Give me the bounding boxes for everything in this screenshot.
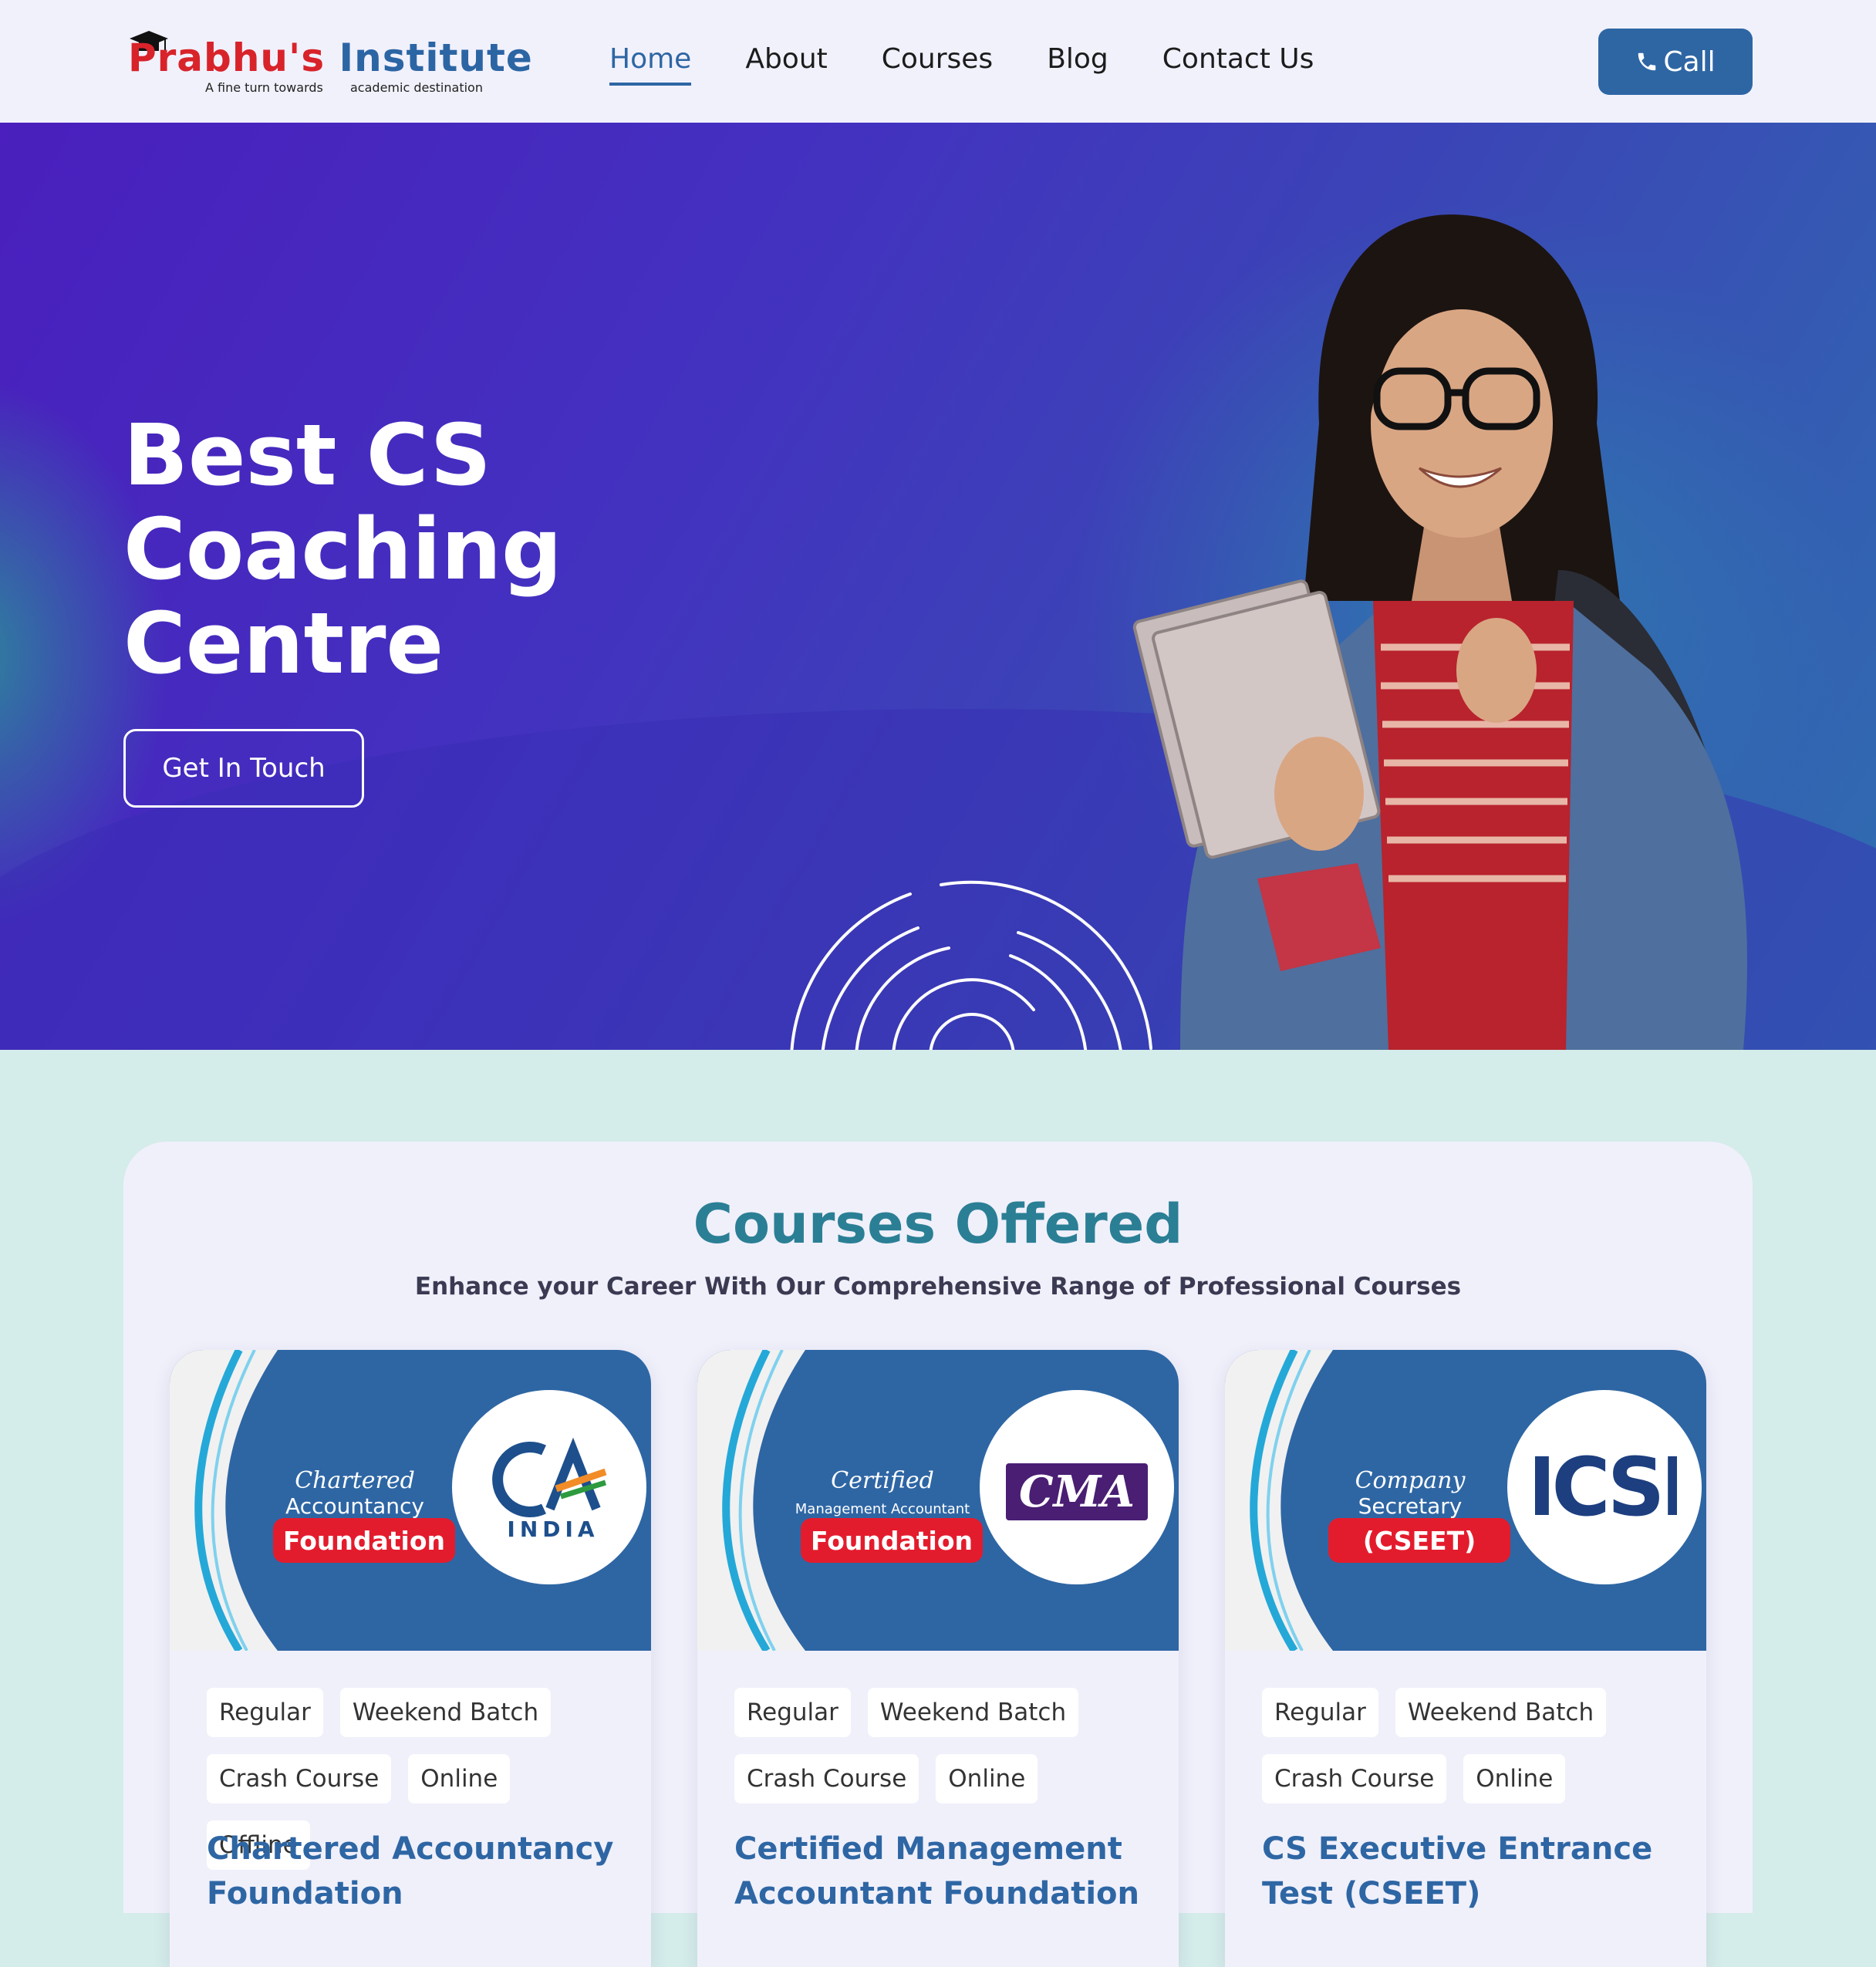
cma-logo: CMA [980, 1390, 1174, 1584]
brand-name-part1: Prabhu's [128, 35, 326, 80]
call-button[interactable]: Call [1598, 29, 1753, 95]
banner-pill: Foundation [273, 1518, 455, 1563]
tag-crash-course[interactable]: Crash Course [734, 1754, 919, 1803]
tag-online[interactable]: Online [1463, 1754, 1566, 1803]
hero-section: Best CS Coaching Centre Get In Touch [0, 123, 1876, 1050]
brand-tagline-left: A fine turn towards [205, 80, 323, 95]
brand-tagline-right: academic destination [350, 80, 483, 95]
tag-weekend-batch[interactable]: Weekend Batch [1395, 1688, 1607, 1737]
course-tags: Regular Weekend Batch Crash Course Onlin… [1262, 1688, 1679, 1803]
nav-courses[interactable]: Courses [882, 43, 993, 75]
banner-swoosh [697, 1350, 805, 1651]
brand-logo[interactable]: Prabhu's Institute A fine turn towards a… [128, 29, 532, 99]
banner-script-text: Chartered [295, 1467, 415, 1494]
banner-line-text: Accountancy [285, 1493, 424, 1519]
course-tags: Regular Weekend Batch Crash Course Onlin… [734, 1688, 1151, 1803]
banner-line-text: Secretary [1358, 1493, 1463, 1519]
call-button-label: Call [1663, 46, 1716, 78]
nav-contact-us[interactable]: Contact Us [1162, 43, 1314, 75]
tag-regular[interactable]: Regular [1262, 1688, 1378, 1737]
hero-title-line3: Centre [123, 594, 444, 693]
course-banner-cseet: Company Secretary (CSEET) ICSI [1225, 1350, 1706, 1651]
course-title[interactable]: Certified Management Accountant Foundati… [734, 1827, 1151, 1916]
get-in-touch-button[interactable]: Get In Touch [123, 729, 364, 808]
nav-blog[interactable]: Blog [1047, 43, 1108, 75]
banner-pill: Foundation [801, 1518, 983, 1563]
main-nav: Home About Courses Blog Contact Us [609, 43, 1314, 86]
hero-title-line1: Best CS [123, 406, 491, 504]
course-banner-ca: Chartered Accountancy Foundation INDIA [170, 1350, 651, 1651]
tag-regular[interactable]: Regular [734, 1688, 851, 1737]
course-banner-cma: Certified Management Accountant Foundati… [697, 1350, 1179, 1651]
tag-weekend-batch[interactable]: Weekend Batch [867, 1688, 1079, 1737]
tag-weekend-batch[interactable]: Weekend Batch [339, 1688, 552, 1737]
tag-regular[interactable]: Regular [207, 1688, 323, 1737]
nav-home[interactable]: Home [609, 43, 692, 86]
icsi-logo: ICSI [1507, 1390, 1702, 1584]
banner-script-text: Company [1355, 1467, 1466, 1494]
tag-online[interactable]: Online [408, 1754, 511, 1803]
icsi-logo-text: ICSI [1535, 1441, 1677, 1533]
site-header: Prabhu's Institute A fine turn towards a… [0, 0, 1876, 123]
course-title[interactable]: CS Executive Entrance Test (CSEET) [1262, 1827, 1679, 1916]
icsi-emblem: ICSI [1535, 1441, 1677, 1533]
courses-section: Courses Offered Enhance your Career With… [123, 1142, 1753, 1967]
banner-script-text: Certified [831, 1467, 934, 1494]
cma-logo-text: CMA [1006, 1463, 1148, 1520]
ca-india-logo: INDIA [452, 1390, 646, 1584]
banner-pill: (CSEET) [1328, 1518, 1510, 1563]
course-card-cma[interactable]: Certified Management Accountant Foundati… [697, 1350, 1179, 1967]
tag-crash-course[interactable]: Crash Course [207, 1754, 392, 1803]
brand-name-part2: Institute [339, 35, 533, 80]
hero-title: Best CS Coaching Centre [123, 408, 663, 690]
student-photo [1132, 214, 1747, 1050]
tag-online[interactable]: Online [936, 1754, 1038, 1803]
ca-india-emblem: INDIA [492, 1437, 607, 1542]
nav-about[interactable]: About [745, 43, 827, 75]
courses-title: Courses Offered [693, 1193, 1183, 1256]
course-card-ca[interactable]: Chartered Accountancy Foundation INDIA R… [170, 1350, 651, 1967]
hero-title-line2: Coaching [123, 500, 562, 599]
brand-name: Prabhu's Institute [128, 35, 533, 80]
tag-crash-course[interactable]: Crash Course [1262, 1754, 1447, 1803]
phone-icon [1638, 52, 1656, 71]
banner-line-text: Management Accountant [795, 1501, 970, 1517]
ca-logo-text: INDIA [507, 1517, 599, 1542]
course-title[interactable]: Chartered Accountancy Foundation [207, 1827, 623, 1916]
courses-subtitle: Enhance your Career With Our Comprehensi… [414, 1273, 1462, 1301]
course-card-cseet[interactable]: Company Secretary (CSEET) ICSI Regular W… [1225, 1350, 1706, 1967]
